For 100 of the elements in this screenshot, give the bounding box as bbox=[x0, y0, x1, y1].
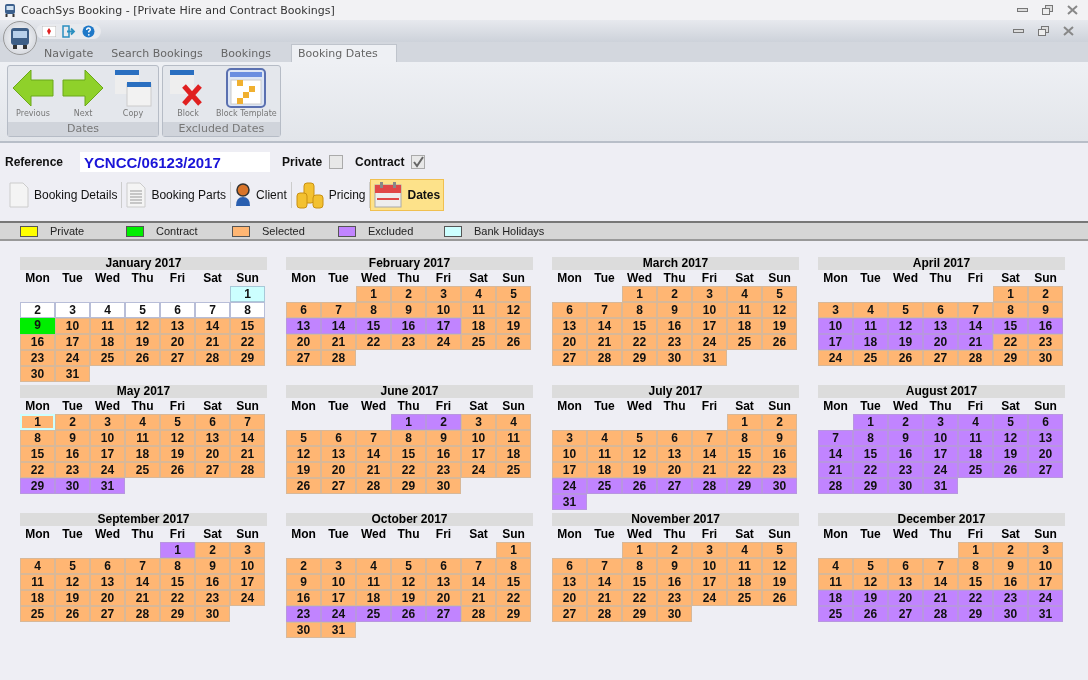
day-cell[interactable]: 23 bbox=[286, 606, 321, 622]
day-cell[interactable]: 17 bbox=[818, 334, 853, 350]
day-cell[interactable]: 11 bbox=[727, 558, 762, 574]
day-cell[interactable]: 22 bbox=[727, 462, 762, 478]
day-cell[interactable]: 30 bbox=[55, 478, 90, 494]
day-cell[interactable]: 5 bbox=[888, 302, 923, 318]
day-cell[interactable]: 30 bbox=[286, 622, 321, 638]
day-cell[interactable]: 2 bbox=[657, 286, 692, 302]
day-cell[interactable]: 10 bbox=[426, 302, 461, 318]
day-cell[interactable]: 3 bbox=[818, 302, 853, 318]
day-cell[interactable]: 15 bbox=[727, 446, 762, 462]
day-cell[interactable]: 26 bbox=[762, 590, 797, 606]
day-cell[interactable]: 12 bbox=[55, 574, 90, 590]
day-cell[interactable]: 24 bbox=[818, 350, 853, 366]
day-cell[interactable]: 9 bbox=[888, 430, 923, 446]
ribbon-tab[interactable]: Booking Dates bbox=[290, 44, 397, 62]
day-cell[interactable]: 17 bbox=[90, 446, 125, 462]
day-cell[interactable]: 29 bbox=[853, 478, 888, 494]
day-cell[interactable]: 22 bbox=[230, 334, 265, 350]
day-cell[interactable]: 19 bbox=[622, 462, 657, 478]
day-cell[interactable]: 7 bbox=[195, 302, 230, 318]
day-cell[interactable]: 16 bbox=[993, 574, 1028, 590]
day-cell[interactable]: 12 bbox=[762, 558, 797, 574]
day-cell[interactable]: 20 bbox=[321, 462, 356, 478]
section-tab[interactable]: Booking Parts bbox=[122, 179, 231, 211]
day-cell[interactable]: 11 bbox=[461, 302, 496, 318]
day-cell[interactable]: 30 bbox=[888, 478, 923, 494]
day-cell[interactable]: 23 bbox=[20, 350, 55, 366]
day-cell[interactable]: 5 bbox=[993, 414, 1028, 430]
day-cell[interactable]: 4 bbox=[125, 414, 160, 430]
day-cell[interactable]: 13 bbox=[657, 446, 692, 462]
day-cell[interactable]: 18 bbox=[90, 334, 125, 350]
day-cell[interactable]: 7 bbox=[230, 414, 265, 430]
day-cell[interactable]: 26 bbox=[762, 334, 797, 350]
day-cell[interactable]: 8 bbox=[230, 302, 265, 318]
day-cell[interactable]: 18 bbox=[496, 446, 531, 462]
ribbon-tab[interactable]: Navigate bbox=[36, 44, 102, 62]
day-cell[interactable]: 1 bbox=[391, 414, 426, 430]
day-cell[interactable]: 7 bbox=[461, 558, 496, 574]
day-cell[interactable]: 4 bbox=[20, 558, 55, 574]
day-cell[interactable]: 25 bbox=[853, 350, 888, 366]
day-cell[interactable]: 4 bbox=[587, 430, 622, 446]
day-cell[interactable]: 5 bbox=[160, 414, 195, 430]
day-cell[interactable]: 6 bbox=[321, 430, 356, 446]
day-cell[interactable]: 18 bbox=[958, 446, 993, 462]
day-cell[interactable]: 11 bbox=[356, 574, 391, 590]
day-cell[interactable]: 19 bbox=[160, 446, 195, 462]
section-tab[interactable]: Booking Details bbox=[5, 179, 122, 211]
day-cell[interactable]: 3 bbox=[55, 302, 90, 318]
day-cell[interactable]: 21 bbox=[923, 590, 958, 606]
day-cell[interactable]: 24 bbox=[1028, 590, 1063, 606]
day-cell[interactable]: 21 bbox=[692, 462, 727, 478]
day-cell[interactable]: 28 bbox=[587, 606, 622, 622]
day-cell[interactable]: 11 bbox=[587, 446, 622, 462]
day-cell[interactable]: 13 bbox=[552, 318, 587, 334]
day-cell[interactable]: 25 bbox=[818, 606, 853, 622]
day-cell[interactable]: 24 bbox=[90, 462, 125, 478]
day-cell[interactable]: 2 bbox=[426, 414, 461, 430]
day-cell[interactable]: 8 bbox=[622, 302, 657, 318]
day-cell[interactable]: 1 bbox=[230, 286, 265, 302]
day-cell[interactable]: 12 bbox=[125, 318, 160, 334]
day-cell[interactable]: 14 bbox=[923, 574, 958, 590]
close-icon[interactable] bbox=[1067, 5, 1078, 15]
day-cell[interactable]: 12 bbox=[391, 574, 426, 590]
day-cell[interactable]: 26 bbox=[391, 606, 426, 622]
day-cell[interactable]: 14 bbox=[356, 446, 391, 462]
day-cell[interactable]: 16 bbox=[195, 574, 230, 590]
day-cell[interactable]: 9 bbox=[286, 574, 321, 590]
day-cell[interactable]: 28 bbox=[692, 478, 727, 494]
day-cell[interactable]: 3 bbox=[923, 414, 958, 430]
day-cell[interactable]: 9 bbox=[20, 318, 55, 334]
day-cell[interactable]: 10 bbox=[90, 430, 125, 446]
day-cell[interactable]: 20 bbox=[160, 334, 195, 350]
day-cell[interactable]: 11 bbox=[496, 430, 531, 446]
ribbon-tab[interactable]: Search Bookings bbox=[103, 44, 211, 62]
day-cell[interactable]: 12 bbox=[853, 574, 888, 590]
day-cell[interactable]: 12 bbox=[993, 430, 1028, 446]
day-cell[interactable]: 10 bbox=[923, 430, 958, 446]
day-cell[interactable]: 19 bbox=[286, 462, 321, 478]
day-cell[interactable]: 5 bbox=[853, 558, 888, 574]
day-cell[interactable]: 4 bbox=[818, 558, 853, 574]
day-cell[interactable]: 4 bbox=[958, 414, 993, 430]
day-cell[interactable]: 9 bbox=[762, 430, 797, 446]
day-cell[interactable]: 12 bbox=[888, 318, 923, 334]
day-cell[interactable]: 2 bbox=[657, 542, 692, 558]
day-cell[interactable]: 3 bbox=[1028, 542, 1063, 558]
day-cell[interactable]: 7 bbox=[587, 558, 622, 574]
day-cell[interactable]: 7 bbox=[923, 558, 958, 574]
day-cell[interactable]: 26 bbox=[286, 478, 321, 494]
day-cell[interactable]: 27 bbox=[552, 350, 587, 366]
day-cell[interactable]: 15 bbox=[622, 318, 657, 334]
day-cell[interactable]: 14 bbox=[195, 318, 230, 334]
day-cell[interactable]: 1 bbox=[853, 414, 888, 430]
day-cell[interactable]: 29 bbox=[160, 606, 195, 622]
day-cell[interactable]: 27 bbox=[286, 350, 321, 366]
day-cell[interactable]: 21 bbox=[818, 462, 853, 478]
day-cell[interactable]: 15 bbox=[391, 446, 426, 462]
day-cell[interactable]: 15 bbox=[356, 318, 391, 334]
day-cell[interactable]: 13 bbox=[321, 446, 356, 462]
day-cell[interactable]: 13 bbox=[160, 318, 195, 334]
